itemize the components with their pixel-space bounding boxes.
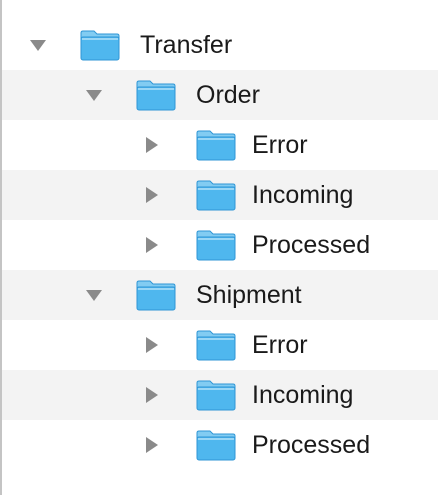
tree-row[interactable]: Error	[2, 320, 438, 370]
tree-row[interactable]: Order	[2, 70, 438, 120]
disclosure-collapsed-icon[interactable]	[146, 387, 158, 403]
folder-icon	[196, 130, 236, 161]
disclosure-collapsed-icon[interactable]	[146, 337, 158, 353]
tree-item-label: Processed	[252, 231, 371, 259]
folder-icon	[196, 180, 236, 211]
folder-icon	[196, 380, 236, 411]
tree-row[interactable]: Processed	[2, 220, 438, 270]
disclosure-collapsed-icon[interactable]	[146, 237, 158, 253]
disclosure-collapsed-icon[interactable]	[146, 437, 158, 453]
folder-icon	[196, 330, 236, 361]
tree-row[interactable]: Error	[2, 120, 438, 170]
folder-icon	[196, 230, 236, 261]
disclosure-expanded-icon[interactable]	[30, 40, 46, 51]
tree-row[interactable]: Shipment	[2, 270, 438, 320]
tree-item-label: Error	[252, 331, 308, 359]
tree-row[interactable]: Processed	[2, 420, 438, 470]
tree-item-label: Order	[196, 81, 260, 109]
tree-item-label: Shipment	[196, 281, 302, 309]
disclosure-expanded-icon[interactable]	[86, 90, 102, 101]
folder-tree: Transfer Order Error Incoming Processed Shipm…	[0, 0, 438, 495]
tree-item-label: Transfer	[140, 31, 233, 59]
tree-row[interactable]: Incoming	[2, 170, 438, 220]
tree-item-label: Incoming	[252, 181, 354, 209]
tree-row[interactable]: Incoming	[2, 370, 438, 420]
tree-row[interactable]: Transfer	[2, 20, 438, 70]
disclosure-collapsed-icon[interactable]	[146, 137, 158, 153]
tree-item-label: Processed	[252, 431, 371, 459]
disclosure-collapsed-icon[interactable]	[146, 187, 158, 203]
tree-item-label: Error	[252, 131, 308, 159]
folder-icon	[136, 80, 176, 111]
tree-item-label: Incoming	[252, 381, 354, 409]
folder-icon	[136, 280, 176, 311]
disclosure-expanded-icon[interactable]	[86, 290, 102, 301]
folder-icon	[80, 30, 120, 61]
folder-icon	[196, 430, 236, 461]
